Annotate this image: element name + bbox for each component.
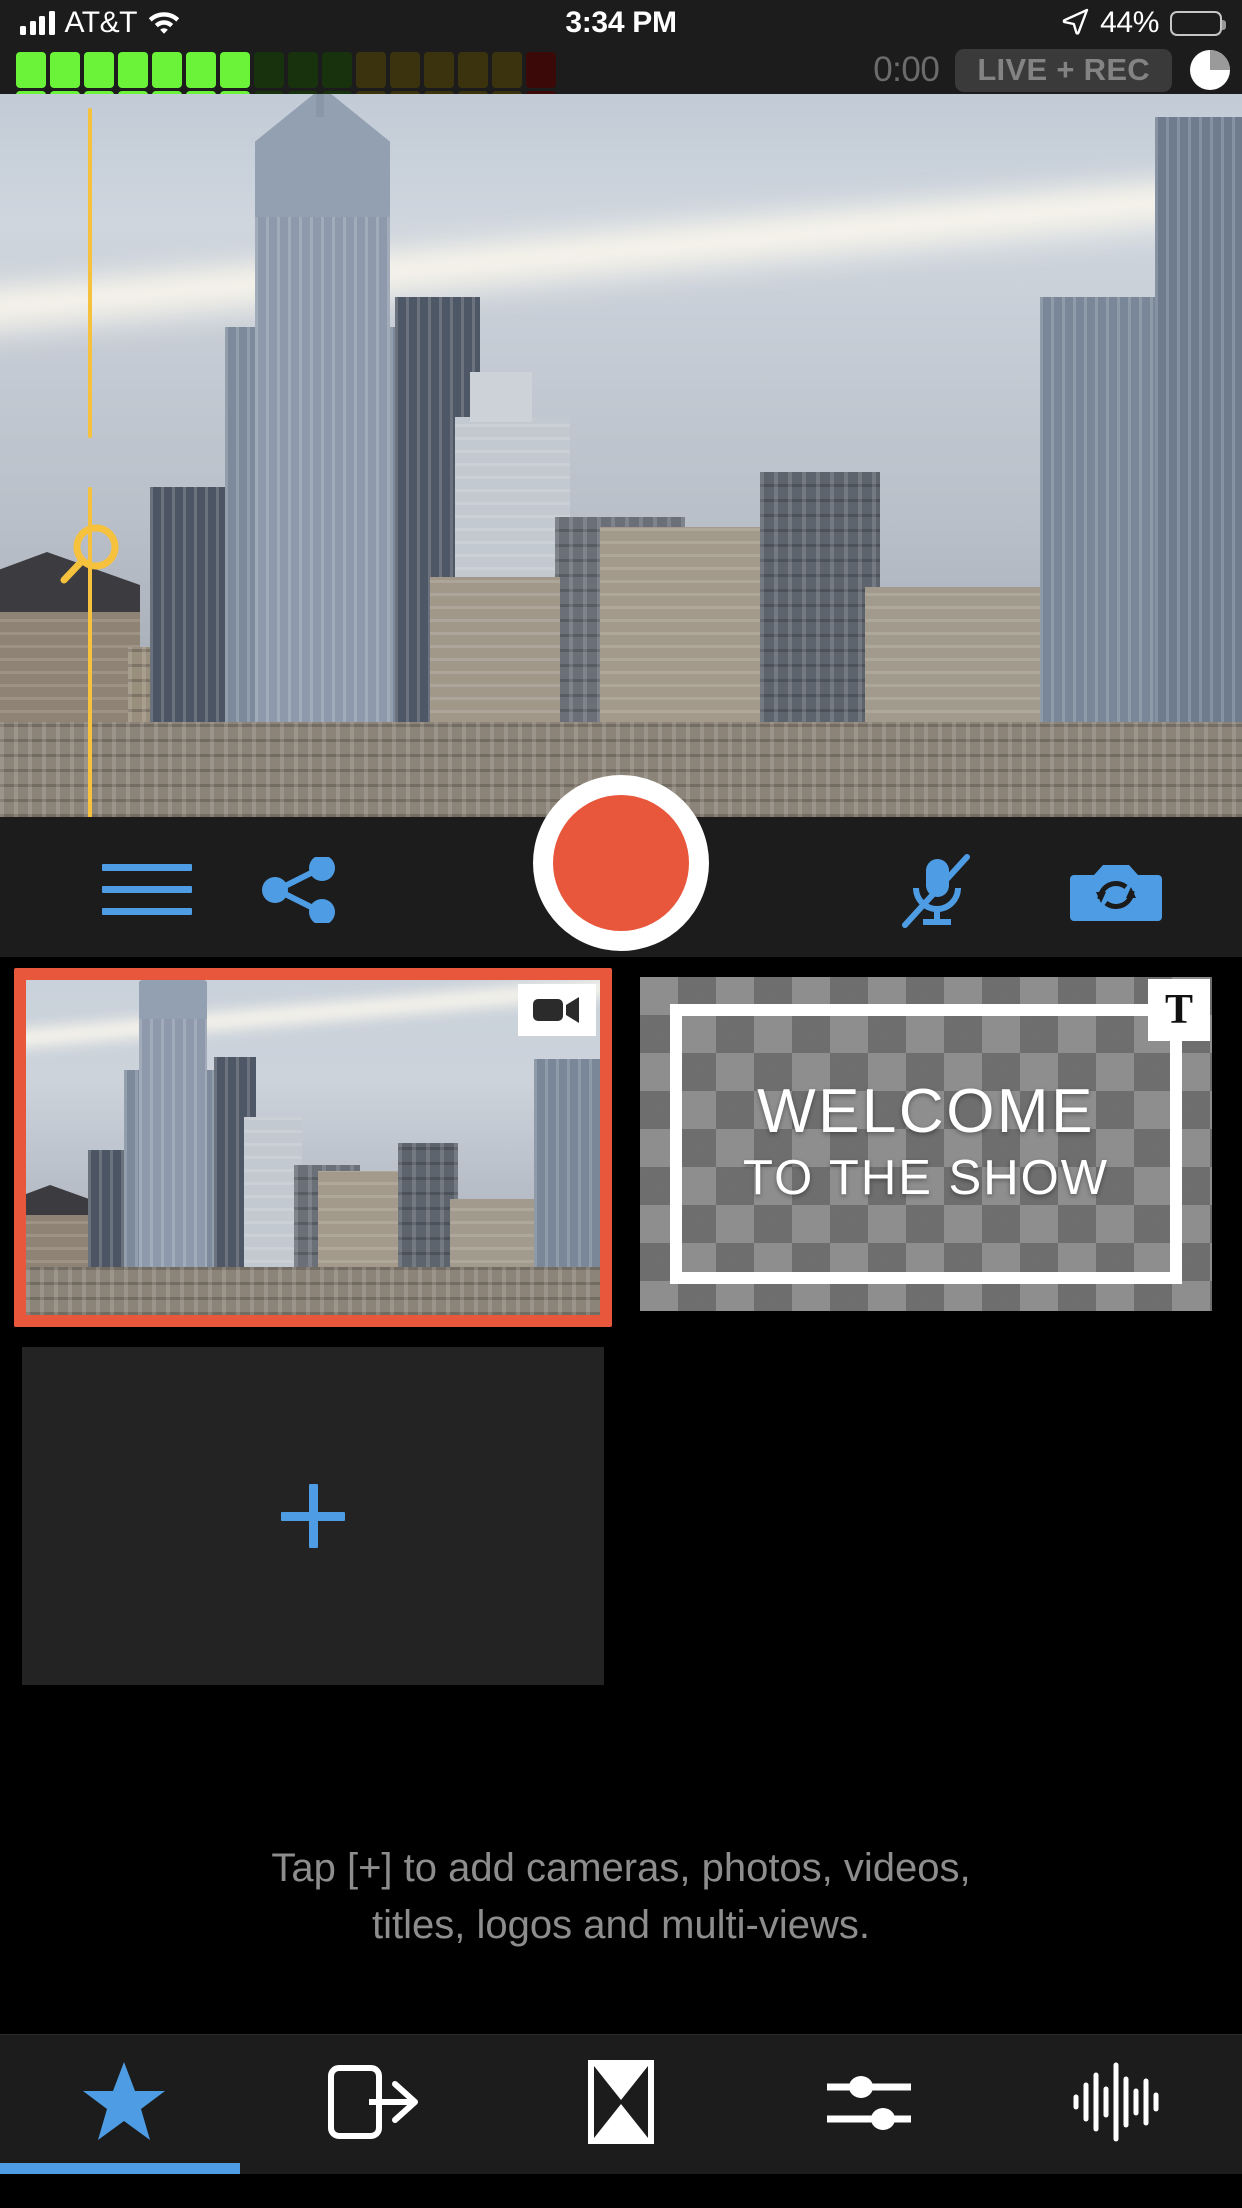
battery-icon [1170, 10, 1226, 36]
meter-segment [220, 52, 250, 88]
camera-flip-icon[interactable] [1070, 859, 1162, 923]
status-bar-center: 3:34 PM [0, 0, 1242, 46]
active-tab-indicator [0, 2163, 240, 2174]
record-button-inner [553, 795, 689, 931]
source-tile-title[interactable]: WELCOME TO THE SHOW T [640, 977, 1212, 1311]
clock-label: 3:34 PM [565, 6, 677, 39]
audio-level-meter [16, 52, 556, 88]
thumb-building-foreground [26, 1267, 600, 1315]
bottom-toolbar [0, 2034, 1242, 2174]
control-bar [0, 775, 1242, 957]
star-icon [81, 2060, 167, 2149]
meter-segment [288, 52, 318, 88]
title-card-text: WELCOME TO THE SHOW [640, 977, 1212, 1311]
output-icon [327, 2064, 419, 2145]
title-line-2: TO THE SHOW [743, 1150, 1109, 1205]
sliders-icon [823, 2063, 915, 2146]
meter-segment [254, 52, 284, 88]
status-bar-right: 44% [1061, 0, 1226, 46]
tab-sources[interactable] [0, 2035, 248, 2175]
hint-line-1: Tap [+] to add cameras, photos, videos, [271, 1846, 971, 1890]
building-glass-edge [1155, 117, 1242, 817]
meter-segment [50, 52, 80, 88]
record-button[interactable] [533, 775, 709, 951]
magnifier-focus-handle[interactable] [56, 522, 124, 590]
status-bar: AT&T 3:34 PM 44% [0, 0, 1242, 46]
disk-space-pie-icon [1188, 48, 1232, 92]
tab-settings[interactable] [745, 2035, 993, 2175]
hint-line-2: titles, logos and multi-views. [372, 1902, 870, 1947]
meter-segment [424, 52, 454, 88]
home-indicator-area [0, 2174, 1242, 2208]
meter-segment [152, 52, 182, 88]
meter-segment [186, 52, 216, 88]
meter-segment [458, 52, 488, 88]
hamburger-menu-icon[interactable] [102, 863, 192, 915]
meter-segment [390, 52, 420, 88]
status-badge[interactable]: LIVE + REC [955, 48, 1172, 92]
tab-audio[interactable] [994, 2035, 1242, 2175]
add-source-button[interactable] [22, 1347, 604, 1685]
empty-state-hint: Tap [+] to add cameras, photos, videos, … [0, 1840, 1242, 1954]
meter-segment [492, 52, 522, 88]
transition-icon [588, 2060, 655, 2149]
location-arrow-icon [1061, 7, 1089, 40]
app-root: AT&T 3:34 PM 44% 0:00 LIVE + REC WELCOME… [0, 0, 1242, 2208]
meter-segment [16, 52, 46, 88]
camera-preview[interactable] [0, 94, 1242, 817]
thumb-building-liberty-spire [139, 980, 207, 1019]
video-camera-icon [518, 984, 596, 1036]
meter-segment [526, 52, 556, 88]
source-tile-camera[interactable] [14, 968, 612, 1327]
source-tile-add[interactable] [22, 1347, 604, 1685]
source-tile-title-thumbnail: WELCOME TO THE SHOW T [640, 977, 1212, 1311]
record-timer: 0:00 [873, 50, 940, 89]
meter-segment [356, 52, 386, 88]
building-white-slab-top [470, 372, 532, 422]
meter-segment [322, 52, 352, 88]
text-title-icon: T [1148, 979, 1210, 1041]
waveform-icon [1070, 2059, 1166, 2150]
title-line-1: WELCOME [757, 1077, 1095, 1147]
tab-output[interactable] [248, 2035, 496, 2175]
meter-bar: 0:00 LIVE + REC [0, 46, 1242, 95]
recording-status-group: 0:00 LIVE + REC [873, 46, 1232, 94]
building-liberty-pinnacle [316, 94, 324, 117]
microphone-muted-icon[interactable] [894, 853, 980, 929]
share-icon[interactable] [255, 857, 341, 923]
focus-slider-track-upper[interactable] [88, 108, 92, 438]
plus-icon [281, 1484, 345, 1548]
tab-transitions[interactable] [497, 2035, 745, 2175]
source-tile-camera-thumbnail [26, 980, 600, 1315]
meter-segment [84, 52, 114, 88]
meter-segment [118, 52, 148, 88]
battery-percent-label: 44% [1100, 6, 1159, 39]
